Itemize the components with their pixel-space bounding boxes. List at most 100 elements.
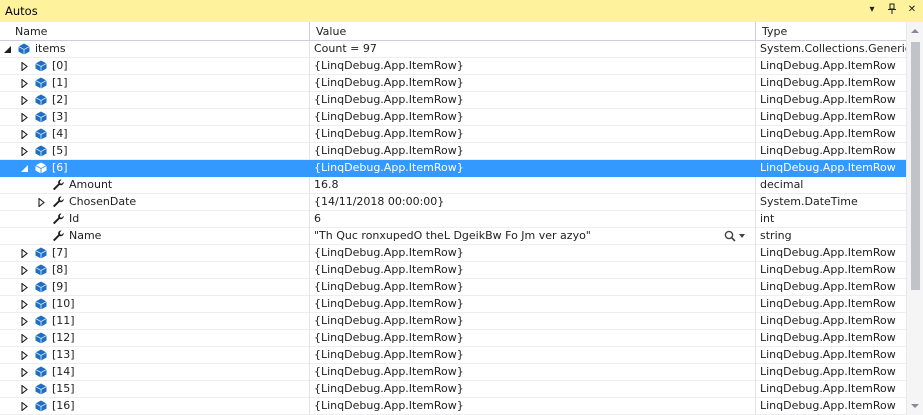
collapsed-triangle-icon[interactable] — [21, 266, 29, 275]
value-cell[interactable]: {LinqDebug.App.ItemRow} — [310, 330, 756, 347]
name-label: Id — [69, 212, 80, 225]
collapsed-triangle-icon[interactable] — [21, 351, 29, 360]
object-icon — [35, 349, 47, 361]
value-cell[interactable]: {LinqDebug.App.ItemRow} — [310, 398, 756, 415]
table-row[interactable]: [14] {LinqDebug.App.ItemRow} LinqDebug.App… — [0, 364, 906, 381]
vertical-scrollbar[interactable] — [906, 22, 923, 415]
collapsed-triangle-icon[interactable] — [21, 317, 29, 326]
value-cell[interactable]: "Th Quc ronxupedO theL DgeikBw Fo Jm ver… — [310, 228, 756, 245]
table-row[interactable]: [11] {LinqDebug.App.ItemRow} LinqDebug.App… — [0, 313, 906, 330]
table-row[interactable]: [7] {LinqDebug.App.ItemRow} LinqDebug.App.… — [0, 245, 906, 262]
table-row[interactable]: [1] {LinqDebug.App.ItemRow} LinqDebug.App.… — [0, 75, 906, 92]
table-row[interactable]: [16] {LinqDebug.App.ItemRow} LinqDebug.App… — [0, 398, 906, 415]
value-cell[interactable]: {LinqDebug.App.ItemRow} — [310, 58, 756, 75]
value-cell[interactable]: {LinqDebug.App.ItemRow} — [310, 160, 756, 177]
table-row[interactable]: [3] {LinqDebug.App.ItemRow} LinqDebug.App.… — [0, 109, 906, 126]
name-label: [12] — [52, 331, 75, 344]
scroll-down-arrow-icon[interactable] — [911, 402, 919, 410]
collapsed-triangle-icon[interactable] — [21, 147, 29, 156]
collapsed-triangle-icon[interactable] — [21, 385, 29, 394]
name-label: [11] — [52, 314, 75, 327]
collapsed-triangle-icon[interactable] — [21, 249, 29, 258]
value-text: {LinqDebug.App.ItemRow} — [314, 93, 464, 106]
table-row[interactable]: [10] {LinqDebug.App.ItemRow} LinqDebug.App… — [0, 296, 906, 313]
expanded-triangle-icon[interactable] — [4, 45, 12, 54]
value-cell[interactable]: {LinqDebug.App.ItemRow} — [310, 126, 756, 143]
table-row[interactable]: [9] {LinqDebug.App.ItemRow} LinqDebug.App.… — [0, 279, 906, 296]
object-icon — [35, 315, 47, 327]
value-cell[interactable]: {LinqDebug.App.ItemRow} — [310, 75, 756, 92]
collapsed-triangle-icon[interactable] — [21, 113, 29, 122]
value-cell[interactable]: {LinqDebug.App.ItemRow} — [310, 92, 756, 109]
table-row[interactable]: [8] {LinqDebug.App.ItemRow} LinqDebug.App.… — [0, 262, 906, 279]
table-row[interactable]: ChosenDate {14/11/2018 00:00:00} System.Da… — [0, 194, 906, 211]
name-cell: [1] — [0, 75, 310, 92]
value-cell[interactable]: {LinqDebug.App.ItemRow} — [310, 245, 756, 262]
expanded-triangle-icon[interactable] — [21, 164, 29, 173]
column-header-name[interactable]: Name — [0, 22, 310, 41]
value-cell[interactable]: {LinqDebug.App.ItemRow} — [310, 364, 756, 381]
type-cell: LinqDebug.App.ItemRow — [760, 331, 896, 344]
table-row[interactable]: [2] {LinqDebug.App.ItemRow} LinqDebug.App.… — [0, 92, 906, 109]
table-row[interactable]: [6] {LinqDebug.App.ItemRow} LinqDebug.App.… — [0, 160, 906, 177]
type-cell: LinqDebug.App.ItemRow — [760, 127, 896, 140]
value-cell[interactable]: Count = 97 — [310, 41, 756, 58]
name-label: [0] — [52, 59, 68, 72]
value-cell[interactable]: {LinqDebug.App.ItemRow} — [310, 296, 756, 313]
table-row[interactable]: items Count = 97 System.Collections.Generi… — [0, 41, 906, 58]
name-label: ChosenDate — [69, 195, 137, 208]
value-cell[interactable]: {14/11/2018 00:00:00} — [310, 194, 756, 211]
object-icon — [35, 298, 47, 310]
table-row[interactable]: Amount 16.8 decimal — [0, 177, 906, 194]
value-cell[interactable]: {LinqDebug.App.ItemRow} — [310, 279, 756, 296]
value-text: 16.8 — [314, 178, 339, 191]
table-row[interactable]: [12] {LinqDebug.App.ItemRow} LinqDebug.App… — [0, 330, 906, 347]
object-icon — [35, 281, 47, 293]
object-icon — [35, 60, 47, 72]
value-cell[interactable]: {LinqDebug.App.ItemRow} — [310, 347, 756, 364]
table-row[interactable]: [15] {LinqDebug.App.ItemRow} LinqDebug.App… — [0, 381, 906, 398]
table-row[interactable]: Name "Th Quc ronxupedO theL DgeikBw Fo Jm… — [0, 228, 906, 245]
collapsed-triangle-icon[interactable] — [21, 62, 29, 71]
collapsed-triangle-icon[interactable] — [21, 300, 29, 309]
object-icon — [35, 145, 47, 157]
scroll-up-arrow-icon[interactable] — [911, 27, 919, 35]
value-cell[interactable]: {LinqDebug.App.ItemRow} — [310, 109, 756, 126]
column-header-value[interactable]: Value — [310, 22, 756, 41]
table-row[interactable]: Id 6 int — [0, 211, 906, 228]
value-cell[interactable]: {LinqDebug.App.ItemRow} — [310, 313, 756, 330]
collapsed-triangle-icon[interactable] — [21, 283, 29, 292]
collapsed-triangle-icon[interactable] — [21, 130, 29, 139]
value-cell[interactable]: {LinqDebug.App.ItemRow} — [310, 143, 756, 160]
column-header-type[interactable]: Type — [756, 22, 906, 41]
value-cell[interactable]: {LinqDebug.App.ItemRow} — [310, 262, 756, 279]
value-text: {LinqDebug.App.ItemRow} — [314, 297, 464, 310]
collapsed-triangle-icon[interactable] — [21, 334, 29, 343]
wrench-icon — [53, 230, 64, 242]
scrollbar-thumb[interactable] — [911, 42, 920, 290]
name-cell: [7] — [0, 245, 310, 262]
name-label: Name — [69, 229, 102, 242]
text-visualizer-search-icon[interactable] — [723, 229, 747, 243]
value-cell[interactable]: 6 — [310, 211, 756, 228]
table-row[interactable]: [4] {LinqDebug.App.ItemRow} LinqDebug.App.… — [0, 126, 906, 143]
wrench-icon — [53, 213, 64, 225]
collapsed-triangle-icon[interactable] — [21, 368, 29, 377]
window-title: Autos — [5, 4, 38, 18]
value-cell[interactable]: 16.8 — [310, 177, 756, 194]
name-cell: [16] — [0, 398, 310, 415]
type-cell: LinqDebug.App.ItemRow — [760, 348, 896, 361]
collapsed-triangle-icon[interactable] — [21, 402, 29, 411]
table-row[interactable]: [0] {LinqDebug.App.ItemRow} LinqDebug.App.… — [0, 58, 906, 75]
value-cell[interactable]: {LinqDebug.App.ItemRow} — [310, 381, 756, 398]
collapsed-triangle-icon[interactable] — [21, 96, 29, 105]
collapsed-triangle-icon[interactable] — [38, 198, 46, 207]
pin-icon[interactable] — [885, 3, 899, 17]
value-text: {LinqDebug.App.ItemRow} — [314, 127, 464, 140]
name-cell: Amount — [0, 177, 310, 194]
table-row[interactable]: [13] {LinqDebug.App.ItemRow} LinqDebug.App… — [0, 347, 906, 364]
dropdown-arrow-icon[interactable]: ▾ — [865, 3, 879, 17]
table-row[interactable]: [5] {LinqDebug.App.ItemRow} LinqDebug.App.… — [0, 143, 906, 160]
close-icon[interactable]: ✕ — [905, 3, 919, 17]
collapsed-triangle-icon[interactable] — [21, 79, 29, 88]
